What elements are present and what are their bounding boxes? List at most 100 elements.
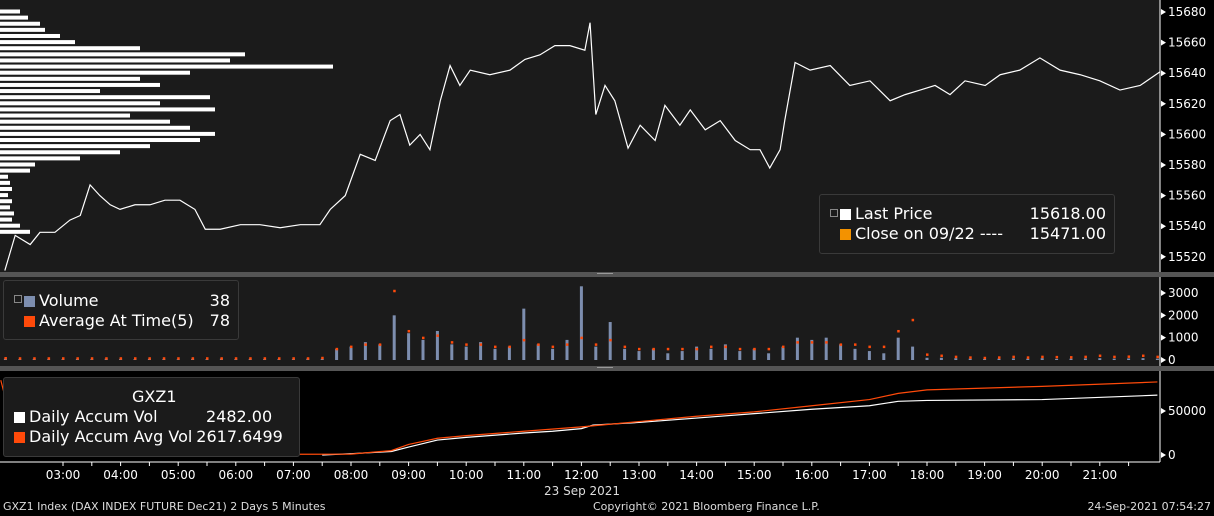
volume-bar <box>1127 358 1131 360</box>
average-dot <box>1156 355 1159 359</box>
volume-bar <box>968 358 972 360</box>
y-tick-label: 0 <box>1168 353 1176 367</box>
average-dot <box>782 345 785 349</box>
profile-bar <box>0 162 35 167</box>
volume-bar <box>738 351 742 360</box>
profile-bar <box>0 82 160 87</box>
average-dot <box>695 347 699 351</box>
average-dot <box>249 357 252 360</box>
y-tick <box>1161 334 1166 341</box>
footer-copyright: Copyright© 2021 Bloomberg Finance L.P. <box>593 500 820 513</box>
average-dot <box>580 336 583 340</box>
x-tick-label: 12:00 <box>564 468 599 482</box>
collapse-icon[interactable] <box>14 295 22 303</box>
x-axis-date: 23 Sep 2021 <box>544 484 621 498</box>
y-tick <box>1161 253 1166 260</box>
average-dot <box>810 341 814 344</box>
profile-bar <box>0 205 10 210</box>
average-dot <box>422 336 425 340</box>
volume-bar <box>1098 358 1102 360</box>
x-tick-label: 03:00 <box>46 468 81 482</box>
legend-value: 2482.00 <box>206 407 273 426</box>
volume-bar <box>925 357 929 360</box>
volume-bar <box>594 346 598 360</box>
average-dot <box>638 347 641 351</box>
panel-divider <box>0 366 1214 371</box>
collapse-icon[interactable] <box>830 209 838 217</box>
legend-close: Close on 09/22 ---- 15471.00 <box>840 224 1106 244</box>
legend-label: Daily Accum Avg Vol <box>29 427 193 446</box>
y-tick <box>1161 192 1166 199</box>
close-swatch <box>840 228 851 240</box>
average-dot <box>1012 355 1015 359</box>
average-dot <box>1055 355 1059 359</box>
average-dot <box>710 345 713 349</box>
average-dot <box>796 341 799 344</box>
average-dot <box>954 355 958 359</box>
profile-bar <box>0 27 45 32</box>
average-dot <box>1026 356 1030 359</box>
legend-value: 2617.6499 <box>196 427 283 446</box>
average-dot <box>1084 355 1087 359</box>
volume-bar <box>536 344 540 360</box>
y-tick <box>1161 9 1166 15</box>
accum-avg-swatch <box>14 431 25 443</box>
volume-bar <box>335 348 339 360</box>
y-tick <box>1161 357 1166 363</box>
volume-bar <box>954 358 958 360</box>
y-tick <box>1161 223 1166 230</box>
y-tick-label: 0 <box>1168 448 1176 462</box>
profile-bar <box>0 138 200 143</box>
profile-bar <box>0 199 12 204</box>
profile-bar <box>0 58 230 63</box>
profile-bar <box>0 70 190 75</box>
average-dot <box>378 343 382 346</box>
x-tick-label: 15:00 <box>737 468 772 482</box>
profile-bar <box>0 52 245 57</box>
legend-accum-vol: Daily Accum Vol 2482.00 <box>14 407 272 427</box>
volume-bar <box>378 344 382 360</box>
legend-value: 15471.00 <box>1029 224 1106 243</box>
average-dot <box>1098 354 1102 358</box>
average-dot <box>623 345 627 349</box>
profile-bar <box>0 33 60 38</box>
average-dot <box>191 357 195 360</box>
volume-bar <box>637 351 641 360</box>
y-tick-label: 15600 <box>1168 127 1206 141</box>
x-tick-label: 21:00 <box>1083 468 1118 482</box>
resize-handle <box>597 273 613 274</box>
volume-bar <box>896 337 900 360</box>
average-dot <box>321 356 324 360</box>
volume-bar <box>493 348 497 360</box>
legend-value: 78 <box>209 311 230 330</box>
legend-accum-avg: Daily Accum Avg Vol 2617.6499 <box>14 427 294 447</box>
average-dot <box>33 357 36 360</box>
legend-last-price: Last Price 15618.00 <box>840 204 1106 224</box>
y-tick-label: 15520 <box>1168 250 1206 264</box>
average-dot <box>4 356 7 360</box>
y-tick <box>1161 290 1166 296</box>
average-dot <box>854 343 857 346</box>
profile-bar <box>0 125 190 130</box>
average-dot <box>522 338 526 342</box>
volume-bar <box>522 308 526 360</box>
average-dot <box>1070 356 1073 359</box>
accum-vol-swatch <box>14 411 25 423</box>
volume-bar <box>795 337 799 360</box>
y-tick-label: 15580 <box>1168 158 1206 172</box>
volume-bar <box>421 339 425 360</box>
average-dot <box>306 357 310 360</box>
volume-legend: Volume 38 Average At Time(5) 78 <box>3 280 239 340</box>
legend-label: Average At Time(5) <box>39 311 194 330</box>
volume-bar <box>824 337 828 360</box>
volume-bar <box>349 346 353 360</box>
average-dot <box>681 347 684 351</box>
average-dot <box>450 341 454 344</box>
average-dot <box>767 347 771 351</box>
average-dot <box>292 357 295 360</box>
average-dot <box>407 329 411 333</box>
x-tick-label: 06:00 <box>219 468 254 482</box>
x-tick-label: 13:00 <box>622 468 657 482</box>
y-tick-label: 2000 <box>1168 308 1199 322</box>
profile-bar <box>0 113 130 118</box>
